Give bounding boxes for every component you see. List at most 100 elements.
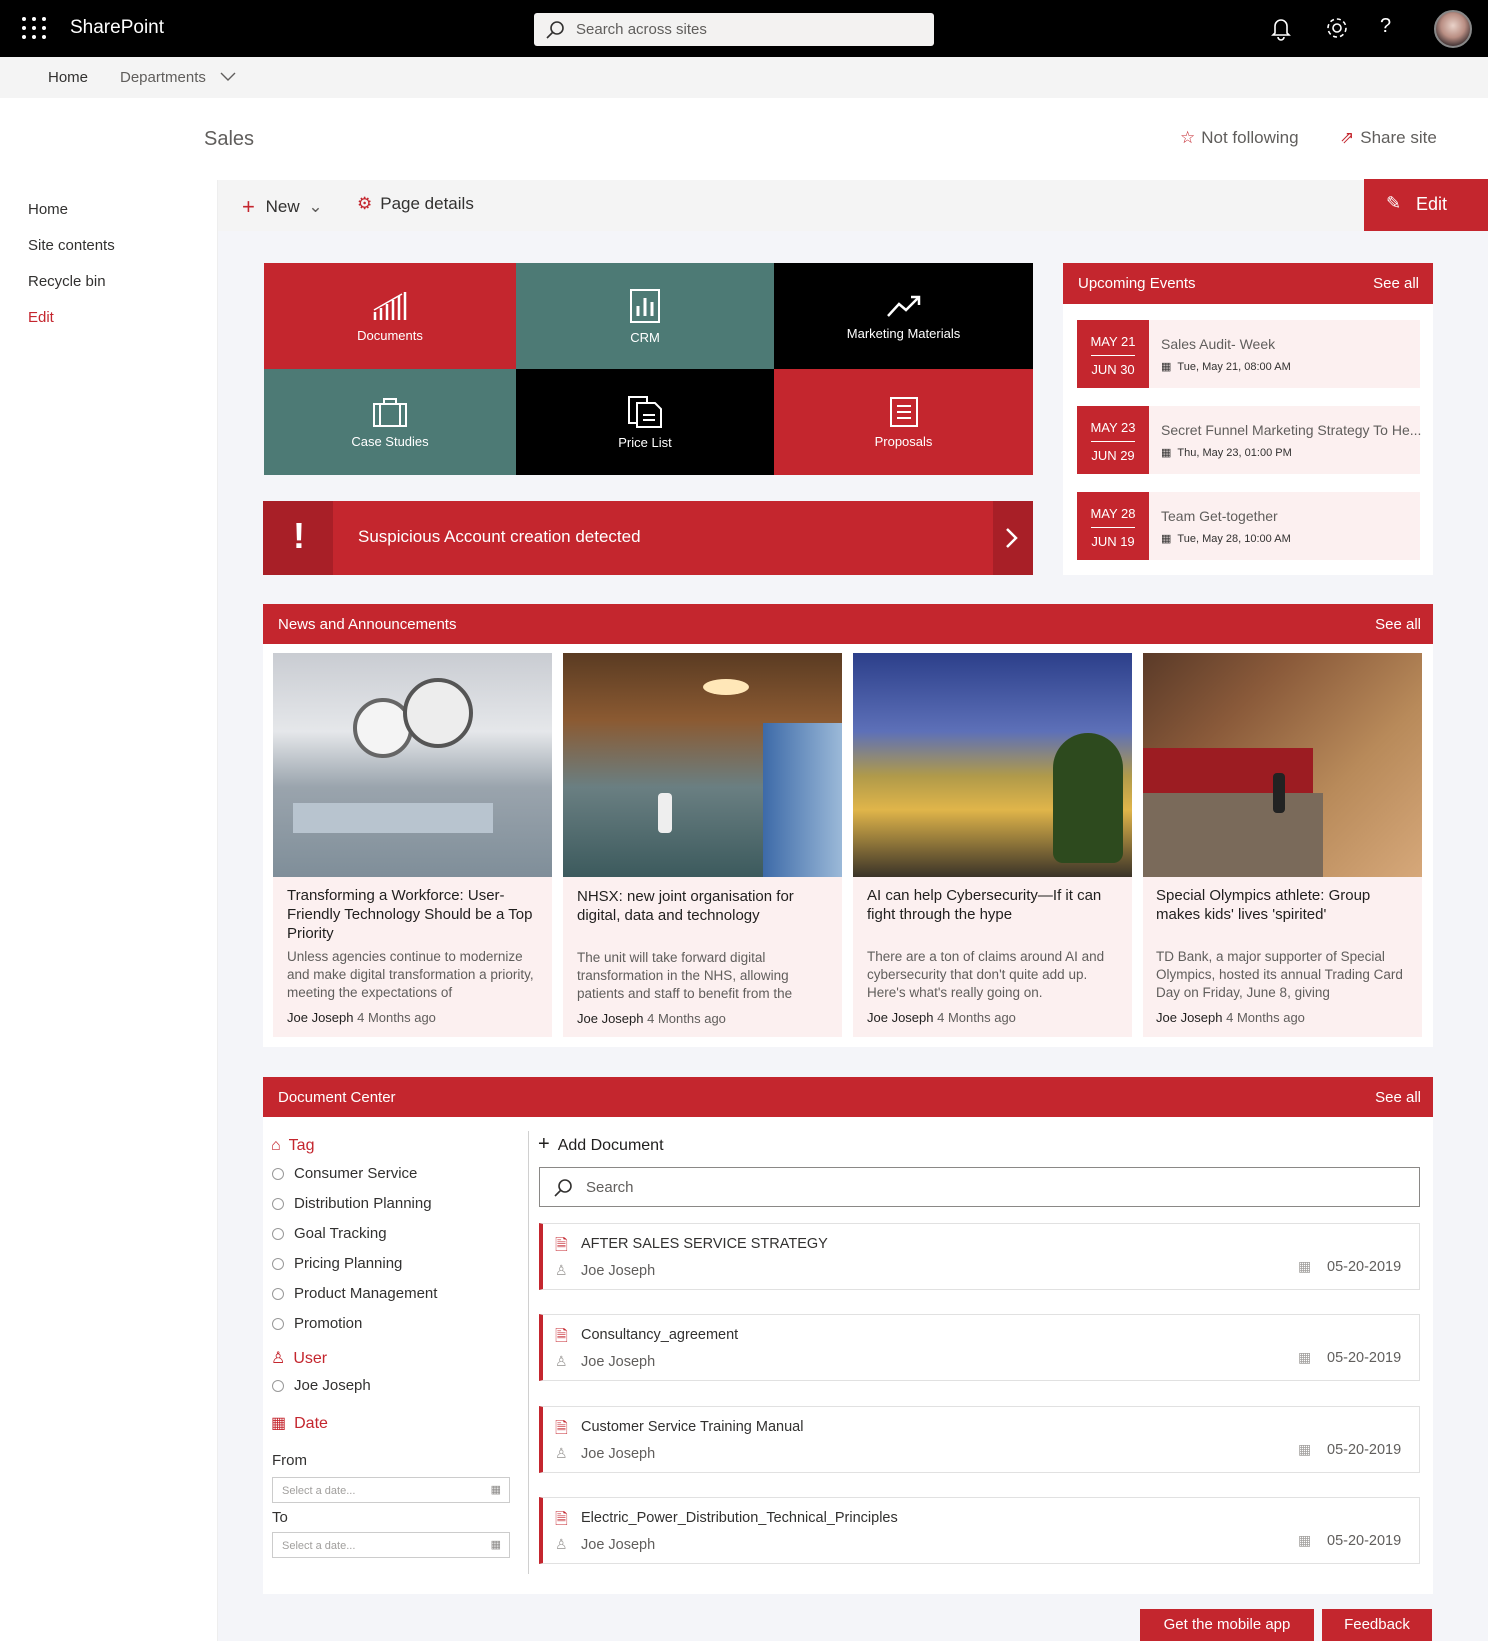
tile-marketing-materials[interactable]: Marketing Materials bbox=[774, 263, 1033, 369]
radio-button[interactable] bbox=[272, 1198, 284, 1211]
radio-button[interactable] bbox=[272, 1258, 284, 1271]
site-title[interactable]: Sales bbox=[204, 128, 254, 151]
tag-option-label: Product Management bbox=[294, 1285, 438, 1302]
tile-price-list[interactable]: Price List bbox=[516, 369, 774, 475]
add-document-label: Add Document bbox=[557, 1137, 664, 1154]
hub-nav-home[interactable]: Home bbox=[48, 69, 88, 86]
tag-filter-option[interactable]: Goal Tracking bbox=[272, 1225, 387, 1242]
avatar[interactable] bbox=[1434, 10, 1472, 48]
news-image-corridor bbox=[563, 653, 842, 877]
date-filter-heading: ▦ Date bbox=[271, 1413, 328, 1433]
documents-see-all-link[interactable]: See all bbox=[1375, 1089, 1421, 1106]
from-date-picker[interactable]: Select a date... ▦ bbox=[272, 1477, 510, 1503]
tile-case-studies[interactable]: Case Studies bbox=[264, 369, 516, 475]
tag-filter-option[interactable]: Product Management bbox=[272, 1285, 437, 1302]
news-card[interactable]: Special Olympics athlete: Group makes ki… bbox=[1143, 653, 1422, 1037]
events-see-all-link[interactable]: See all bbox=[1373, 275, 1419, 292]
radio-button[interactable] bbox=[272, 1380, 284, 1393]
bar-chart-icon bbox=[630, 288, 660, 323]
document-date: 05-20-2019 bbox=[1327, 1533, 1402, 1549]
tile-label: Documents bbox=[357, 327, 423, 343]
event-date-box: MAY 23 JUN 29 bbox=[1077, 406, 1149, 474]
document-item[interactable]: 🗎 AFTER SALES SERVICE STRATEGY ♙ Joe Jos… bbox=[539, 1223, 1420, 1290]
share-site-button[interactable]: ⇗ Share site bbox=[1340, 128, 1437, 148]
share-icon: ⇗ bbox=[1340, 128, 1355, 147]
hub-nav-departments[interactable]: Departments bbox=[120, 69, 206, 86]
news-desc: There are a ton of claims around AI and … bbox=[867, 949, 1105, 1000]
leftnav-item-edit[interactable]: Edit bbox=[28, 309, 54, 326]
tag-option-label: Pricing Planning bbox=[294, 1255, 403, 1272]
news-ago: 4 Months ago bbox=[357, 1010, 436, 1025]
plus-icon: + bbox=[242, 194, 255, 219]
date-placeholder: Select a date... bbox=[282, 1540, 356, 1552]
new-button[interactable]: + New ⌄ bbox=[242, 194, 323, 220]
app-launcher-icon[interactable] bbox=[22, 17, 48, 41]
event-item[interactable]: MAY 23 JUN 29 Secret Funnel Marketing St… bbox=[1077, 406, 1421, 474]
tag-filter-option[interactable]: Pricing Planning bbox=[272, 1255, 402, 1272]
tile-proposals[interactable]: Proposals bbox=[774, 369, 1033, 475]
leftnav-item-recycle-bin[interactable]: Recycle bin bbox=[28, 273, 106, 290]
tag-filter-option[interactable]: Promotion bbox=[272, 1315, 362, 1332]
radio-button[interactable] bbox=[272, 1318, 284, 1331]
news-author: Joe Joseph bbox=[577, 1011, 644, 1026]
tag-filter-option[interactable]: Consumer Service bbox=[272, 1165, 417, 1182]
news-card[interactable]: AI can help Cybersecurity—If it can figh… bbox=[853, 653, 1132, 1037]
calendar-icon: ▦ bbox=[1161, 447, 1172, 459]
news-card[interactable]: Transforming a Workforce: User-Friendly … bbox=[273, 653, 552, 1037]
tile-label: Case Studies bbox=[351, 433, 429, 449]
person-icon: ♙ bbox=[555, 1445, 568, 1461]
bell-icon[interactable] bbox=[1267, 14, 1295, 42]
follow-button[interactable]: ☆ Not following bbox=[1180, 128, 1299, 148]
event-end: JUN 30 bbox=[1091, 362, 1135, 377]
tile-crm[interactable]: CRM bbox=[516, 263, 774, 369]
calendar-icon[interactable]: ▦ bbox=[491, 1483, 501, 1496]
news-ago: 4 Months ago bbox=[647, 1011, 726, 1026]
tag-filter-option[interactable]: Distribution Planning bbox=[272, 1195, 432, 1212]
radio-button[interactable] bbox=[272, 1168, 284, 1181]
to-date-picker[interactable]: Select a date... ▦ bbox=[272, 1532, 510, 1558]
pdf-file-icon: 🗎 bbox=[555, 1511, 568, 1528]
calendar-icon: ▦ bbox=[1298, 1532, 1312, 1548]
feedback-button[interactable]: Feedback bbox=[1322, 1609, 1432, 1641]
document-item[interactable]: 🗎 Consultancy_agreement ♙ Joe Joseph ▦ 0… bbox=[539, 1314, 1420, 1381]
chevron-right-icon bbox=[1006, 528, 1018, 548]
document-item[interactable]: 🗎 Customer Service Training Manual ♙ Joe… bbox=[539, 1406, 1420, 1473]
leftnav-item-site-contents[interactable]: Site contents bbox=[28, 237, 115, 254]
news-see-all-link[interactable]: See all bbox=[1375, 616, 1421, 633]
date-placeholder: Select a date... bbox=[282, 1485, 356, 1497]
user-filter-option[interactable]: Joe Joseph bbox=[272, 1377, 371, 1394]
app-name[interactable]: SharePoint bbox=[70, 17, 164, 39]
briefcase-icon bbox=[373, 397, 407, 427]
event-when: Tue, May 28, 10:00 AM bbox=[1177, 533, 1291, 545]
document-center-header: Document Center See all bbox=[263, 1077, 1433, 1117]
event-item[interactable]: MAY 28 JUN 19 Team Get-together ▦ Tue, Ma… bbox=[1077, 492, 1420, 560]
tile-documents[interactable]: Documents bbox=[264, 263, 516, 369]
documents-icon bbox=[628, 395, 662, 428]
radio-button[interactable] bbox=[272, 1228, 284, 1241]
add-document-button[interactable]: + Add Document bbox=[538, 1133, 664, 1156]
radio-button[interactable] bbox=[272, 1288, 284, 1301]
document-search-input[interactable]: Search bbox=[539, 1167, 1420, 1207]
news-card[interactable]: NHSX: new joint organisation for digital… bbox=[563, 653, 842, 1037]
leftnav-item-home[interactable]: Home bbox=[28, 201, 68, 218]
chevron-down-icon[interactable] bbox=[220, 72, 236, 82]
event-item[interactable]: MAY 21 JUN 30 Sales Audit- Week ▦ Tue, Ma… bbox=[1077, 320, 1420, 388]
document-item[interactable]: 🗎 Electric_Power_Distribution_Technical_… bbox=[539, 1497, 1420, 1564]
get-mobile-app-button[interactable]: Get the mobile app bbox=[1140, 1609, 1314, 1641]
gear-icon[interactable] bbox=[1323, 14, 1351, 42]
alert-banner[interactable]: ! Suspicious Account creation detected bbox=[263, 501, 1033, 575]
user-option-label: Joe Joseph bbox=[294, 1377, 371, 1394]
edit-button[interactable]: ✎ Edit bbox=[1364, 179, 1488, 231]
help-icon[interactable]: ? bbox=[1380, 15, 1391, 38]
calendar-icon[interactable]: ▦ bbox=[491, 1538, 501, 1551]
alert-next-button[interactable] bbox=[993, 501, 1033, 575]
document-center-title: Document Center bbox=[278, 1089, 396, 1106]
global-search-box[interactable]: Search across sites bbox=[534, 13, 934, 46]
document-author: Joe Joseph bbox=[581, 1263, 656, 1279]
tag-option-label: Consumer Service bbox=[294, 1165, 418, 1182]
page-details-button[interactable]: ⚙ Page details bbox=[357, 194, 474, 214]
tile-label: CRM bbox=[630, 329, 660, 345]
to-label: To bbox=[272, 1509, 288, 1526]
calendar-icon: ▦ bbox=[1298, 1349, 1312, 1365]
document-name: Consultancy_agreement bbox=[581, 1327, 739, 1343]
